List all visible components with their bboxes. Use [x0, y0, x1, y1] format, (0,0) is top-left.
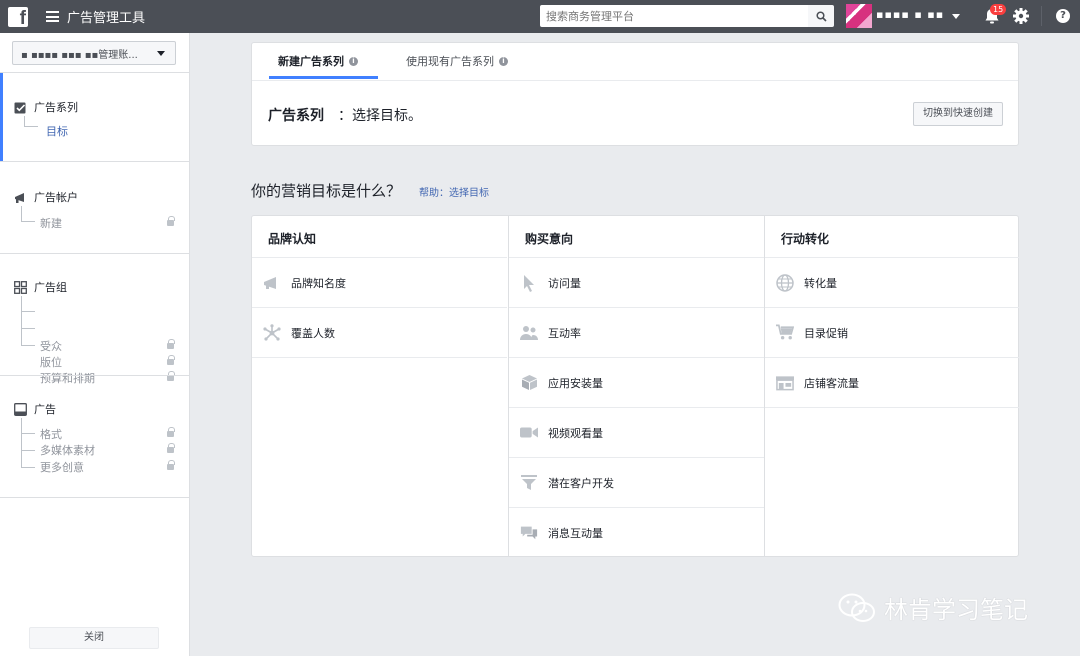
topbar-divider [1041, 6, 1042, 26]
sidebar-section-campaign[interactable]: 广告系列 目标 [0, 73, 189, 161]
quick-create-button[interactable]: 切换到快速创建 [913, 102, 1003, 126]
lock-icon [167, 216, 175, 227]
column-conversion: 行动转化 转化量 目录促销 店铺客流量 [764, 216, 1020, 556]
campaign-instruction: ：选择目标。 [338, 108, 422, 124]
active-tab-indicator [269, 76, 378, 79]
objective-app-installs[interactable]: 应用安装量 [509, 357, 764, 407]
objective-question: 你的营销目标是什么？ [251, 182, 402, 200]
objective-grid: 品牌认知 品牌知名度 覆盖人数 购买意向 访问量 互动率 应用安装量 视频观看量 [251, 215, 1020, 557]
info-icon[interactable]: i [349, 56, 358, 66]
objective-messages[interactable]: 消息互动量 [509, 507, 764, 557]
lock-icon [167, 355, 175, 366]
sidebar-item-placement[interactable]: 版位 [40, 354, 62, 370]
funnel-icon [521, 475, 537, 490]
account-name[interactable]: ▪▪▪▪ ▪ ▪▪ [876, 8, 944, 21]
reach-icon [263, 323, 281, 341]
sidebar-section-adset[interactable]: 广告组 受众 版位 预算和排期 [0, 254, 189, 385]
column-awareness: 品牌认知 品牌知名度 覆盖人数 [252, 216, 508, 556]
info-icon[interactable]: i [499, 56, 508, 66]
sidebar-section-title: 广告 [34, 403, 56, 416]
objective-store-traffic[interactable]: 店铺客流量 [765, 357, 1020, 407]
sidebar-section-account[interactable]: 广告帐户 新建 [0, 162, 189, 253]
campaign-label: 广告系列 [268, 108, 324, 124]
chat-icon [520, 526, 538, 540]
objective-brand-awareness[interactable]: 品牌知名度 [252, 257, 507, 307]
watermark: 林肯学习笔记 [838, 590, 1028, 625]
lock-icon [167, 427, 175, 438]
search-input[interactable] [540, 5, 808, 27]
wechat-icon [838, 593, 875, 622]
gear-icon[interactable] [1012, 7, 1030, 25]
sidebar-item-format[interactable]: 格式 [40, 426, 62, 442]
column-header: 品牌认知 [268, 232, 317, 246]
tab-new-campaign[interactable]: 新建广告系列 i [278, 53, 358, 69]
objective-video-views[interactable]: 视频观看量 [509, 407, 764, 457]
chevron-down-icon[interactable] [952, 14, 960, 19]
objective-traffic[interactable]: 访问量 [509, 257, 764, 307]
sidebar-divider [0, 497, 189, 498]
grid-icon [14, 280, 27, 294]
objective-reach[interactable]: 覆盖人数 [252, 307, 507, 357]
column-consideration: 购买意向 访问量 互动率 应用安装量 视频观看量 潜在客户开发 消息互动量 [508, 216, 764, 556]
menu-icon[interactable] [46, 11, 59, 22]
close-button[interactable]: 关闭 [29, 627, 159, 649]
sidebar-item-objective[interactable]: 目标 [46, 123, 68, 139]
lock-icon [167, 339, 175, 350]
megaphone-icon [15, 192, 24, 203]
cart-icon [776, 324, 794, 340]
top-bar: f 广告管理工具 ▪▪▪▪ ▪ ▪▪ 15 ? [0, 0, 1080, 33]
chevron-down-icon [157, 51, 165, 56]
sidebar: ▪ ▪▪▪▪ ▪▪▪ ▪▪管理账... 广告系列 目标 广告帐户 新建 广告组 [0, 33, 190, 656]
tablet-icon [14, 402, 27, 416]
objective-lead-generation[interactable]: 潜在客户开发 [509, 457, 764, 507]
sidebar-item-more-creative[interactable]: 更多创意 [40, 459, 84, 475]
column-header: 购买意向 [525, 232, 574, 246]
campaign-card: 新建广告系列 i 使用现有广告系列 i 广告系列 ：选择目标。 切换到快速创建 [251, 42, 1019, 146]
people-icon [520, 325, 538, 340]
sidebar-section-title: 广告组 [34, 281, 67, 294]
lock-icon [167, 460, 175, 471]
sidebar-section-title: 广告系列 [34, 101, 78, 114]
sidebar-item-media[interactable]: 多媒体素材 [40, 442, 95, 458]
search-icon [815, 10, 827, 22]
checkbox-icon [14, 102, 26, 113]
notification-badge: 15 [990, 4, 1007, 15]
sidebar-item-audience[interactable]: 受众 [40, 338, 62, 354]
app-title[interactable]: 广告管理工具 [67, 7, 145, 26]
box-icon [521, 375, 537, 390]
objective-engagement[interactable]: 互动率 [509, 307, 764, 357]
store-icon [776, 375, 794, 390]
sidebar-section-title: 广告帐户 [34, 191, 78, 204]
tab-existing-campaign[interactable]: 使用现有广告系列 i [406, 53, 508, 69]
megaphone-icon [264, 276, 276, 289]
sidebar-section-ad[interactable]: 广告 [0, 376, 189, 497]
video-icon [520, 427, 538, 438]
globe-icon [776, 273, 794, 292]
column-header: 行动转化 [781, 232, 830, 246]
sidebar-item-new[interactable]: 新建 [40, 215, 62, 231]
objective-catalog-sales[interactable]: 目录促销 [765, 307, 1020, 357]
search-button[interactable] [808, 5, 834, 27]
facebook-logo-icon[interactable]: f [8, 6, 28, 28]
lock-icon [167, 443, 175, 454]
avatar[interactable] [846, 4, 872, 28]
help-link[interactable]: 帮助：选择目标 [419, 184, 489, 199]
objective-conversions[interactable]: 转化量 [765, 257, 1020, 307]
cursor-icon [524, 274, 534, 292]
help-icon[interactable]: ? [1056, 9, 1070, 23]
account-select[interactable]: ▪ ▪▪▪▪ ▪▪▪ ▪▪管理账... [12, 41, 176, 65]
